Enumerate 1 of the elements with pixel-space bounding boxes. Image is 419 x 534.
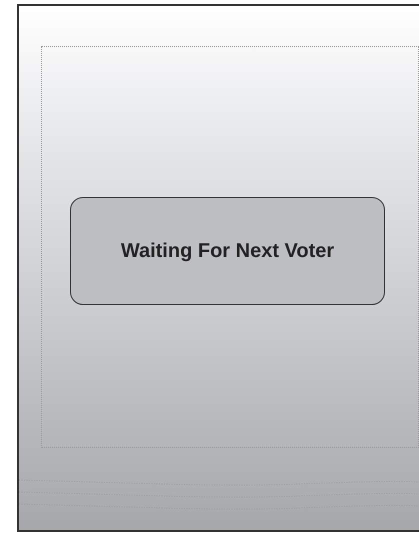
status-message: Waiting For Next Voter [70,197,385,305]
